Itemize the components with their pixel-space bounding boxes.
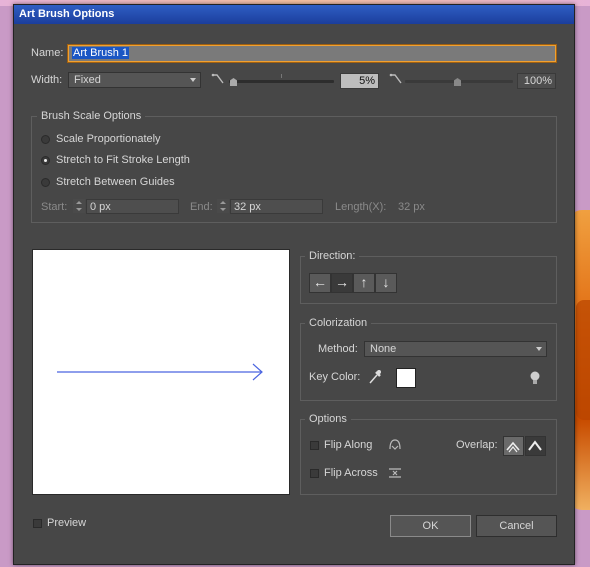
- flip-across-label[interactable]: Flip Across: [324, 467, 378, 479]
- direction-up-button[interactable]: ↑: [353, 273, 375, 293]
- colorization-group: [300, 323, 557, 401]
- name-value: Art Brush 1: [72, 47, 130, 59]
- flip-along-label[interactable]: Flip Along: [324, 439, 372, 451]
- length-label: Length(X):: [335, 201, 387, 213]
- pressure-variation-max-icon: [389, 73, 402, 84]
- direction-left-button[interactable]: ←: [309, 273, 331, 293]
- tips-lightbulb-icon[interactable]: [529, 370, 541, 386]
- flip-across-icon: [389, 468, 401, 478]
- cancel-button[interactable]: Cancel: [476, 515, 557, 537]
- chevron-down-icon: [190, 78, 196, 82]
- width-method-dropdown[interactable]: Fixed: [68, 72, 201, 88]
- flip-along-icon: [389, 439, 401, 450]
- flip-across-checkbox[interactable]: [310, 469, 319, 478]
- dialog-titlebar[interactable]: Art Brush Options: [14, 5, 574, 24]
- start-label: Start:: [41, 201, 68, 213]
- name-label: Name:: [31, 47, 64, 59]
- start-stepper[interactable]: [73, 199, 85, 213]
- brush-scale-options-title: Brush Scale Options: [37, 110, 146, 122]
- end-stepper[interactable]: [217, 199, 229, 213]
- scale-proportionately-radio[interactable]: [41, 135, 50, 144]
- variation-value-field[interactable]: 100%: [517, 73, 556, 89]
- preview-label[interactable]: Preview: [47, 517, 86, 529]
- direction-arrow-preview: [57, 363, 263, 381]
- stretch-to-fit-label[interactable]: Stretch to Fit Stroke Length: [56, 154, 190, 166]
- length-value: 32 px: [398, 201, 425, 213]
- direction-down-button[interactable]: ↓: [375, 273, 397, 293]
- direction-title: Direction:: [305, 250, 360, 262]
- desktop-background-art-shadow: [576, 300, 590, 420]
- width-slider-tick: [281, 74, 282, 78]
- overlap-label: Overlap:: [456, 439, 498, 451]
- overlap-default-icon: [528, 440, 542, 451]
- start-field[interactable]: 0 px: [86, 199, 179, 214]
- art-brush-options-dialog: Art Brush Options Name: Art Brush 1 Widt…: [13, 4, 575, 565]
- colorization-method-value: None: [370, 343, 397, 355]
- scale-proportionately-label[interactable]: Scale Proportionately: [56, 133, 161, 145]
- stretch-to-fit-radio[interactable]: [41, 156, 50, 165]
- key-color-label: Key Color:: [309, 371, 361, 383]
- flip-along-checkbox[interactable]: [310, 441, 319, 450]
- preview-checkbox[interactable]: [33, 519, 42, 528]
- width-slider-track[interactable]: [229, 80, 334, 83]
- brush-preview-area: [32, 249, 290, 495]
- chevron-down-icon: [536, 347, 542, 351]
- width-method-value: Fixed: [74, 74, 101, 86]
- overlap-default-button[interactable]: [525, 436, 546, 456]
- end-field[interactable]: 32 px: [230, 199, 323, 214]
- stretch-between-guides-label[interactable]: Stretch Between Guides: [56, 176, 175, 188]
- ok-button[interactable]: OK: [390, 515, 471, 537]
- method-label: Method:: [318, 343, 358, 355]
- direction-right-button[interactable]: →: [331, 273, 353, 293]
- width-value-field[interactable]: 5%: [340, 73, 379, 89]
- overlap-corners-icon: [506, 441, 520, 453]
- width-label: Width:: [31, 74, 63, 86]
- eyedropper-icon[interactable]: [368, 369, 382, 385]
- pressure-variation-icon: [211, 73, 224, 84]
- stretch-between-guides-radio[interactable]: [41, 178, 50, 187]
- name-field[interactable]: Art Brush 1: [68, 45, 556, 62]
- colorization-method-dropdown[interactable]: None: [364, 341, 547, 357]
- colorization-title: Colorization: [305, 317, 372, 329]
- overlap-adjust-corners-button[interactable]: [503, 436, 524, 456]
- end-label: End:: [190, 201, 213, 213]
- options-title: Options: [305, 413, 351, 425]
- key-color-swatch[interactable]: [396, 368, 416, 388]
